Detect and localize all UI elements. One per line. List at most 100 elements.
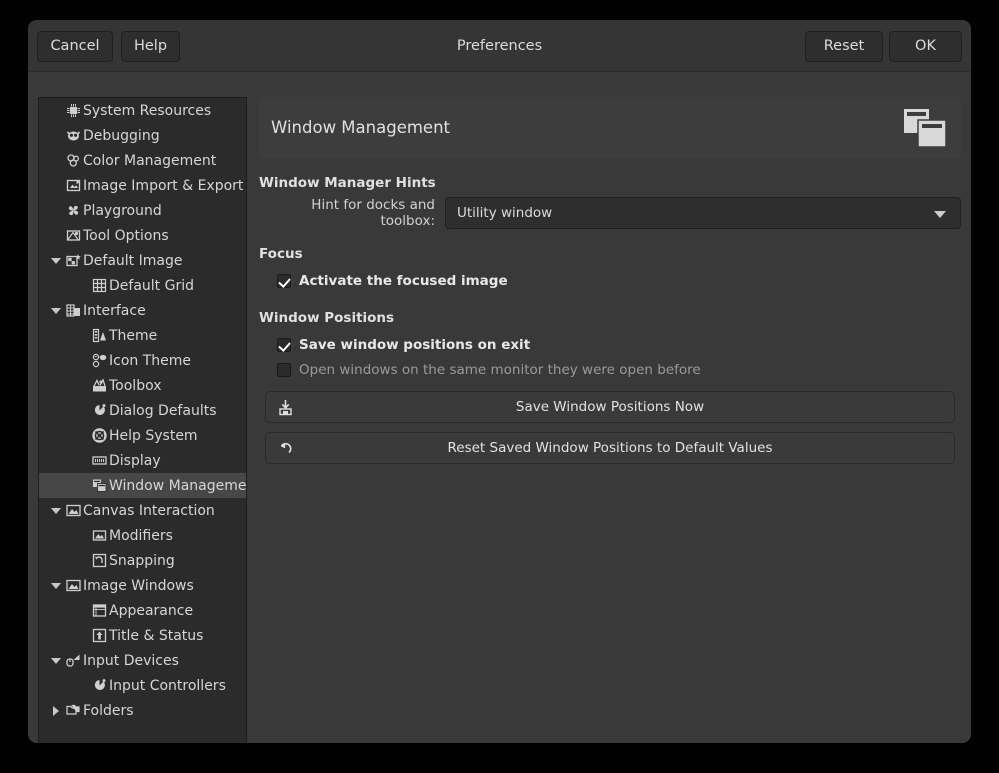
hint-label: Hint for docks and toolbox:	[259, 197, 445, 229]
sidebar-item-snapping[interactable]: Snapping	[39, 548, 246, 573]
cpu-chip-icon	[65, 103, 81, 119]
save-window-positions-on-exit-label: Save window positions on exit	[299, 337, 530, 353]
appearance-icon	[91, 603, 107, 619]
canvas-icon	[65, 503, 81, 519]
sidebar-item-default-image[interactable]: Default Image	[39, 248, 246, 273]
preferences-sidebar-tree[interactable]: System Resources Debugging Color Managemen…	[38, 97, 247, 743]
sidebar-item-label: Theme	[109, 328, 157, 344]
save-window-positions-on-exit-row[interactable]: Save window positions on exit	[277, 332, 961, 357]
help-system-icon	[91, 428, 107, 444]
sidebar-item-label: Default Grid	[109, 278, 194, 294]
sidebar-item-image-import-export[interactable]: Image Import & Export	[39, 173, 246, 198]
display-icon	[91, 453, 107, 469]
interface-icon	[65, 303, 81, 319]
activate-focused-image-checkbox[interactable]	[277, 274, 291, 288]
default-image-icon	[65, 253, 81, 269]
revert-arrow-icon	[277, 440, 294, 457]
preferences-window: Preferences Cancel Help Reset OK System …	[28, 20, 971, 743]
expander-triangle-down-icon[interactable]	[49, 248, 63, 273]
pinwheel-icon	[65, 203, 81, 219]
hint-for-docks-and-toolbox-dropdown[interactable]: Utility window	[445, 197, 961, 229]
sidebar-item-interface[interactable]: Interface	[39, 298, 246, 323]
expander-triangle-right-icon[interactable]	[49, 698, 63, 723]
sidebar-item-input-controllers[interactable]: Input Controllers	[39, 673, 246, 698]
section-title-window-manager-hints: Window Manager Hints	[259, 175, 961, 191]
sidebar-item-label: Interface	[83, 303, 146, 319]
sidebar-item-appearance[interactable]: Appearance	[39, 598, 246, 623]
sidebar-item-system-resources[interactable]: System Resources	[39, 98, 246, 123]
sidebar-item-canvas-interaction[interactable]: Canvas Interaction	[39, 498, 246, 523]
sidebar-item-label: Dialog Defaults	[109, 403, 217, 419]
activate-focused-image-checkbox-row[interactable]: Activate the focused image	[277, 268, 961, 293]
sidebar-item-label: Icon Theme	[109, 353, 191, 369]
page-header-title: Window Management	[271, 118, 450, 137]
sidebar-item-default-grid[interactable]: Default Grid	[39, 273, 246, 298]
snapping-icon	[91, 553, 107, 569]
sidebar-item-label: Tool Options	[83, 228, 169, 244]
sidebar-item-label: Title & Status	[109, 628, 203, 644]
icon-theme-icon	[91, 353, 107, 369]
sidebar-item-label: Appearance	[109, 603, 193, 619]
sidebar-item-folders[interactable]: Folders	[39, 698, 246, 723]
sidebar-item-label: Color Management	[83, 153, 216, 169]
open-windows-same-monitor-checkbox[interactable]	[277, 363, 291, 377]
save-window-positions-now-button[interactable]: Save Window Positions Now	[265, 391, 955, 423]
reset-saved-window-positions-button[interactable]: Reset Saved Window Positions to Default …	[265, 432, 955, 464]
window-management-icon	[91, 478, 107, 494]
sidebar-item-dialog-defaults[interactable]: Dialog Defaults	[39, 398, 246, 423]
sidebar-item-window-management[interactable]: Window Management	[39, 473, 246, 498]
hint-selected-value: Utility window	[457, 205, 552, 221]
expander-triangle-down-icon[interactable]	[49, 573, 63, 598]
sidebar-item-theme[interactable]: Theme	[39, 323, 246, 348]
sidebar-item-title-status[interactable]: Title & Status	[39, 623, 246, 648]
two-windows-icon	[903, 108, 947, 148]
section-title-focus: Focus	[259, 246, 961, 262]
input-devices-icon	[65, 653, 81, 669]
sidebar-item-label: Image Windows	[83, 578, 194, 594]
cancel-button[interactable]: Cancel	[37, 31, 113, 62]
sidebar-item-modifiers[interactable]: Modifiers	[39, 523, 246, 548]
sidebar-item-icon-theme[interactable]: Icon Theme	[39, 348, 246, 373]
save-download-icon	[277, 399, 294, 416]
sidebar-item-help-system[interactable]: Help System	[39, 423, 246, 448]
sidebar-item-display[interactable]: Display	[39, 448, 246, 473]
dialog-defaults-icon	[91, 403, 107, 419]
reset-button[interactable]: Reset	[805, 31, 883, 62]
sidebar-item-label: Default Image	[83, 253, 182, 269]
save-window-positions-on-exit-checkbox[interactable]	[277, 338, 291, 352]
main-content-panel: Window Management Window Manager Hints H…	[259, 97, 961, 743]
expander-triangle-down-icon[interactable]	[49, 298, 63, 323]
open-windows-same-monitor-label: Open windows on the same monitor they we…	[299, 362, 701, 378]
input-controllers-icon	[91, 678, 107, 694]
open-windows-same-monitor-row[interactable]: Open windows on the same monitor they we…	[277, 357, 961, 382]
expander-triangle-down-icon[interactable]	[49, 498, 63, 523]
folders-icon	[65, 703, 81, 719]
wilber-icon	[65, 128, 81, 144]
dialog-body: System Resources Debugging Color Managemen…	[28, 72, 971, 743]
chevron-down-icon	[934, 211, 946, 218]
hint-row: Hint for docks and toolbox: Utility wind…	[259, 197, 961, 229]
sidebar-item-label: Display	[109, 453, 161, 469]
sidebar-item-tool-options[interactable]: Tool Options	[39, 223, 246, 248]
tool-options-icon	[65, 228, 81, 244]
sidebar-item-label: Canvas Interaction	[83, 503, 215, 519]
sidebar-item-color-management[interactable]: Color Management	[39, 148, 246, 173]
sidebar-item-debugging[interactable]: Debugging	[39, 123, 246, 148]
sidebar-item-label: Help System	[109, 428, 198, 444]
sidebar-item-playground[interactable]: Playground	[39, 198, 246, 223]
help-button[interactable]: Help	[121, 31, 180, 62]
sidebar-item-image-windows[interactable]: Image Windows	[39, 573, 246, 598]
expander-triangle-down-icon[interactable]	[49, 648, 63, 673]
ok-button[interactable]: OK	[889, 31, 962, 62]
save-window-positions-now-label: Save Window Positions Now	[516, 399, 704, 415]
sidebar-item-label: Debugging	[83, 128, 160, 144]
sidebar-item-label: Toolbox	[109, 378, 162, 394]
toolbox-icon	[91, 378, 107, 394]
page-header: Window Management	[259, 97, 961, 158]
sidebar-item-toolbox[interactable]: Toolbox	[39, 373, 246, 398]
sidebar-item-label: Modifiers	[109, 528, 173, 544]
activate-focused-image-label: Activate the focused image	[299, 273, 508, 289]
sidebar-item-input-devices[interactable]: Input Devices	[39, 648, 246, 673]
theme-icon	[91, 328, 107, 344]
image-windows-icon	[65, 578, 81, 594]
